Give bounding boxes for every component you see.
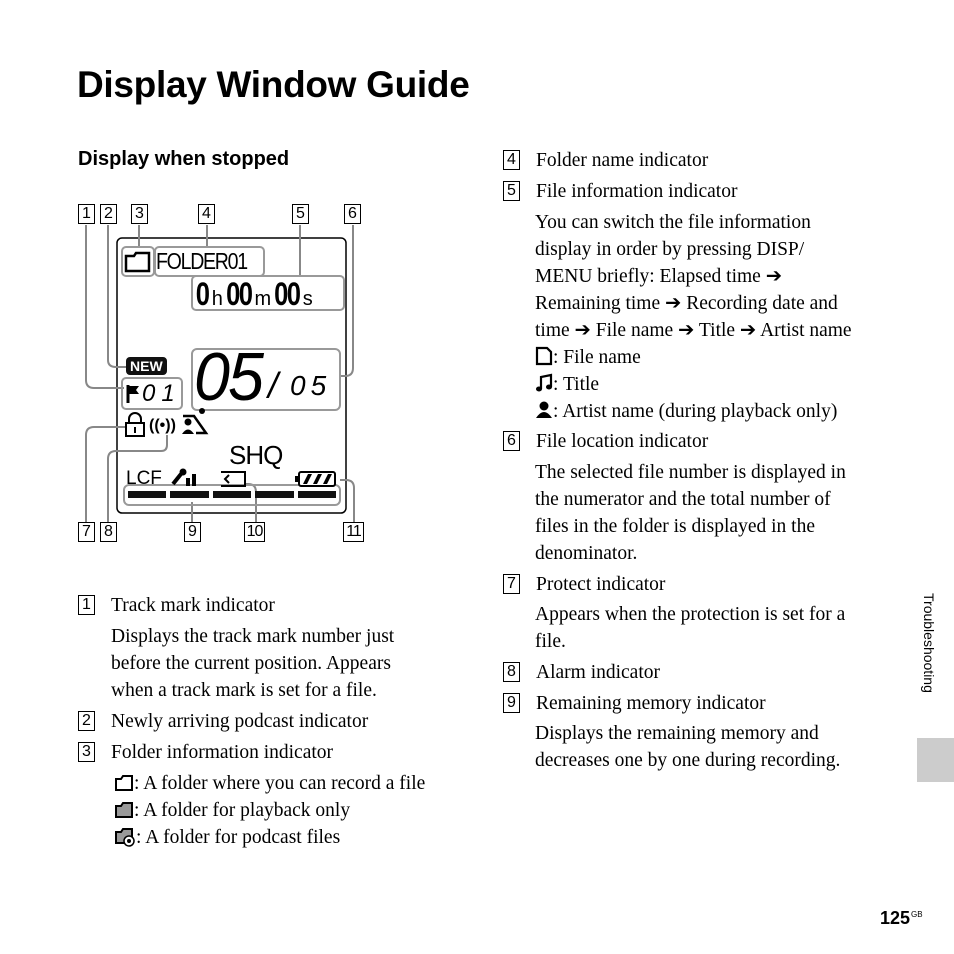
file-info-legend-artist-text: : Artist name (during playback only)	[553, 401, 838, 422]
memory-segment	[255, 491, 294, 498]
folder-legend-record: : A folder where you can record a file	[114, 770, 425, 797]
item-6-number: 6	[503, 431, 520, 451]
file-info-legend-file-text: : File name	[553, 347, 641, 368]
item-3-number: 3	[78, 742, 95, 762]
lcd-hours-unit: h	[211, 288, 223, 310]
lcd-folder-name: FOLDER01	[156, 248, 248, 274]
file-info-legend-artist: : Artist name (during playback only)	[535, 398, 837, 425]
folder-legend-record-text: : A folder where you can record a file	[134, 773, 426, 794]
person-icon	[536, 401, 552, 418]
battery-level-bars	[303, 474, 332, 484]
item-8-label: Alarm indicator	[536, 662, 660, 683]
desc-line: The selected file number is displayed in	[535, 462, 846, 483]
section-subtitle: Display when stopped	[78, 148, 290, 170]
page-number-value: 125	[880, 908, 911, 928]
memory-segment	[297, 491, 337, 498]
item-7-label: Protect indicator	[536, 574, 666, 595]
desc-line: Displays the remaining memory and	[535, 723, 819, 744]
memory-segment	[170, 491, 209, 498]
item-6-description: The selected file number is displayed in…	[535, 459, 846, 567]
folder-legend-playback: : A folder for playback only	[114, 797, 350, 824]
item-1-label: Track mark indicator	[111, 595, 275, 616]
folder-legend-podcast-text: : A folder for podcast files	[136, 827, 341, 848]
section-side-tab: Troubleshooting	[921, 593, 937, 693]
lcd-seconds: 00	[274, 276, 301, 312]
desc-line: when a track mark is set for a file.	[111, 680, 377, 701]
lcd-minutes: 00	[226, 276, 253, 312]
alarm-icon: ((•))	[149, 417, 176, 434]
item-2-number: 2	[78, 711, 95, 731]
folder-outline-icon	[124, 251, 151, 273]
page-number-suffix: GB	[911, 910, 923, 919]
item-4-number: 4	[503, 150, 520, 170]
memory-segment	[212, 491, 252, 498]
protect-lock-icon	[125, 412, 145, 437]
lcd-elapsed-time: 0h00 m00 s	[194, 276, 313, 313]
desc-line: Displays the track mark number just	[111, 626, 395, 647]
item-9-description: Displays the remaining memory and decrea…	[535, 720, 840, 774]
item-5-number: 5	[503, 181, 520, 201]
desc-line: decreases one by one during recording.	[535, 750, 841, 771]
item-5-description: You can switch the file information disp…	[535, 209, 852, 344]
folder-legend-podcast: : A folder for podcast files	[114, 824, 340, 851]
item-6-label: File location indicator	[536, 431, 709, 452]
item-9-label: Remaining memory indicator	[536, 693, 766, 714]
desc-line: Appears when the protection is set for a	[535, 604, 846, 625]
folder-podcast-icon	[115, 828, 135, 847]
lcd-file-current: 05	[194, 339, 264, 415]
battery-icon	[295, 471, 336, 487]
item-5-label: File information indicator	[536, 181, 738, 202]
desc-line: You can switch the file information	[535, 212, 811, 233]
desc-line: before the current position. Appears	[111, 653, 391, 674]
item-4-label: Folder name indicator	[536, 150, 709, 171]
memory-indicator-bar	[128, 490, 337, 500]
memory-segment	[128, 491, 167, 498]
lcd-seconds-unit: s	[302, 288, 313, 310]
lcd-track-mark-number: 01	[142, 380, 181, 407]
desc-line: time ➔ File name ➔ Title ➔ Artist name	[535, 320, 852, 341]
memory-card-icon	[221, 471, 246, 487]
item-1-description: Displays the track mark number just befo…	[111, 623, 394, 704]
mic-sensitivity-icon	[171, 468, 196, 486]
file-info-legend-title-text: : Title	[553, 374, 600, 395]
item-7-number: 7	[503, 574, 520, 594]
display-diagram: 1 2 3 4 5 6 7 8 9 10 11 FOLDER01 0h00 m0…	[76, 200, 376, 545]
page-title: Display Window Guide	[77, 64, 470, 105]
desc-line: denominator.	[535, 543, 638, 564]
track-mark-flag-icon	[126, 385, 139, 403]
section-thumb-tab	[917, 738, 954, 782]
item-8-number: 8	[503, 662, 520, 682]
item-9-number: 9	[503, 693, 520, 713]
desc-line: files in the folder is displayed in the	[535, 516, 815, 537]
desc-line: the numerator and the total number of	[535, 489, 831, 510]
lcd-file-total: 05	[290, 370, 332, 401]
new-podcast-badge: NEW	[126, 357, 167, 375]
item-1-number: 1	[78, 595, 95, 615]
page-number: 125GB	[880, 908, 923, 929]
file-info-legend-title: : Title	[535, 371, 599, 398]
item-2-label: Newly arriving podcast indicator	[111, 711, 369, 732]
desc-line: Remaining time ➔ Recording date and	[535, 293, 838, 314]
file-info-legend-file: : File name	[535, 344, 641, 371]
folder-legend-playback-text: : A folder for playback only	[134, 800, 351, 821]
file-icon	[535, 346, 553, 366]
lcd-lcf-label: LCF	[126, 468, 162, 489]
desc-line: file.	[535, 631, 566, 652]
podcast-person-icon	[182, 408, 209, 435]
lcd-rec-mode: SHQ	[229, 440, 283, 470]
item-7-description: Appears when the protection is set for a…	[535, 601, 845, 655]
music-note-icon	[536, 373, 553, 392]
folder-outline-icon	[115, 775, 133, 791]
folder-filled-icon	[115, 802, 133, 818]
lcd-file-separator: /	[268, 365, 279, 406]
lcd-hours: 0	[195, 276, 211, 312]
desc-line: MENU briefly: Elapsed time ➔	[535, 266, 783, 287]
item-3-label: Folder information indicator	[111, 742, 334, 763]
desc-line: display in order by pressing DISP/	[535, 239, 805, 260]
lcd-minutes-unit: m	[254, 288, 272, 310]
